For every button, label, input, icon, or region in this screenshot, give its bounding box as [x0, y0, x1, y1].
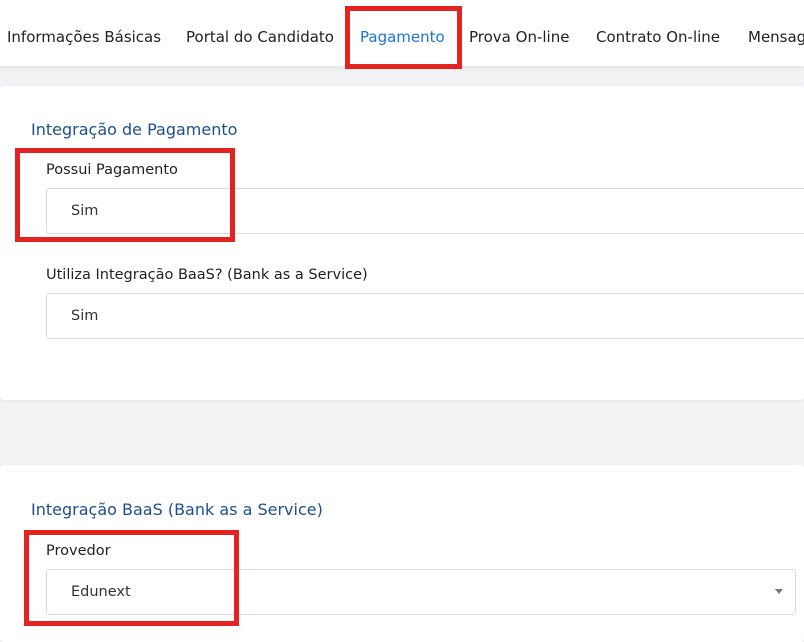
tab-prova-online[interactable]: Prova On-line	[469, 27, 569, 47]
payment-integration-title: Integração de Pagamento	[31, 120, 238, 139]
tab-mensagens[interactable]: Mensag	[748, 27, 804, 47]
has-payment-value: Sim	[71, 203, 99, 219]
tab-bar: Informações Básicas Portal do Candidato …	[0, 0, 804, 66]
tab-informacoes-basicas[interactable]: Informações Básicas	[7, 27, 161, 47]
uses-baas-select[interactable]: Sim	[46, 293, 804, 339]
has-payment-label: Possui Pagamento	[46, 162, 178, 178]
uses-baas-label: Utiliza Integração BaaS? (Bank as a Serv…	[46, 267, 368, 283]
tab-portal-do-candidato[interactable]: Portal do Candidato	[186, 27, 334, 47]
uses-baas-value: Sim	[71, 308, 99, 324]
tab-contrato-online[interactable]: Contrato On-line	[596, 27, 720, 47]
provider-value: Edunext	[71, 584, 131, 600]
baas-integration-title: Integração BaaS (Bank as a Service)	[31, 500, 323, 519]
chevron-down-icon[interactable]	[775, 589, 783, 594]
tab-pagamento[interactable]: Pagamento	[360, 27, 445, 47]
payment-integration-card: Integração de Pagamento Possui Pagamento…	[0, 86, 804, 400]
baas-integration-card: Integração BaaS (Bank as a Service) Prov…	[0, 465, 804, 642]
has-payment-select[interactable]: Sim	[46, 188, 804, 234]
provider-select[interactable]: Edunext	[46, 569, 796, 615]
provider-label: Provedor	[46, 543, 111, 559]
